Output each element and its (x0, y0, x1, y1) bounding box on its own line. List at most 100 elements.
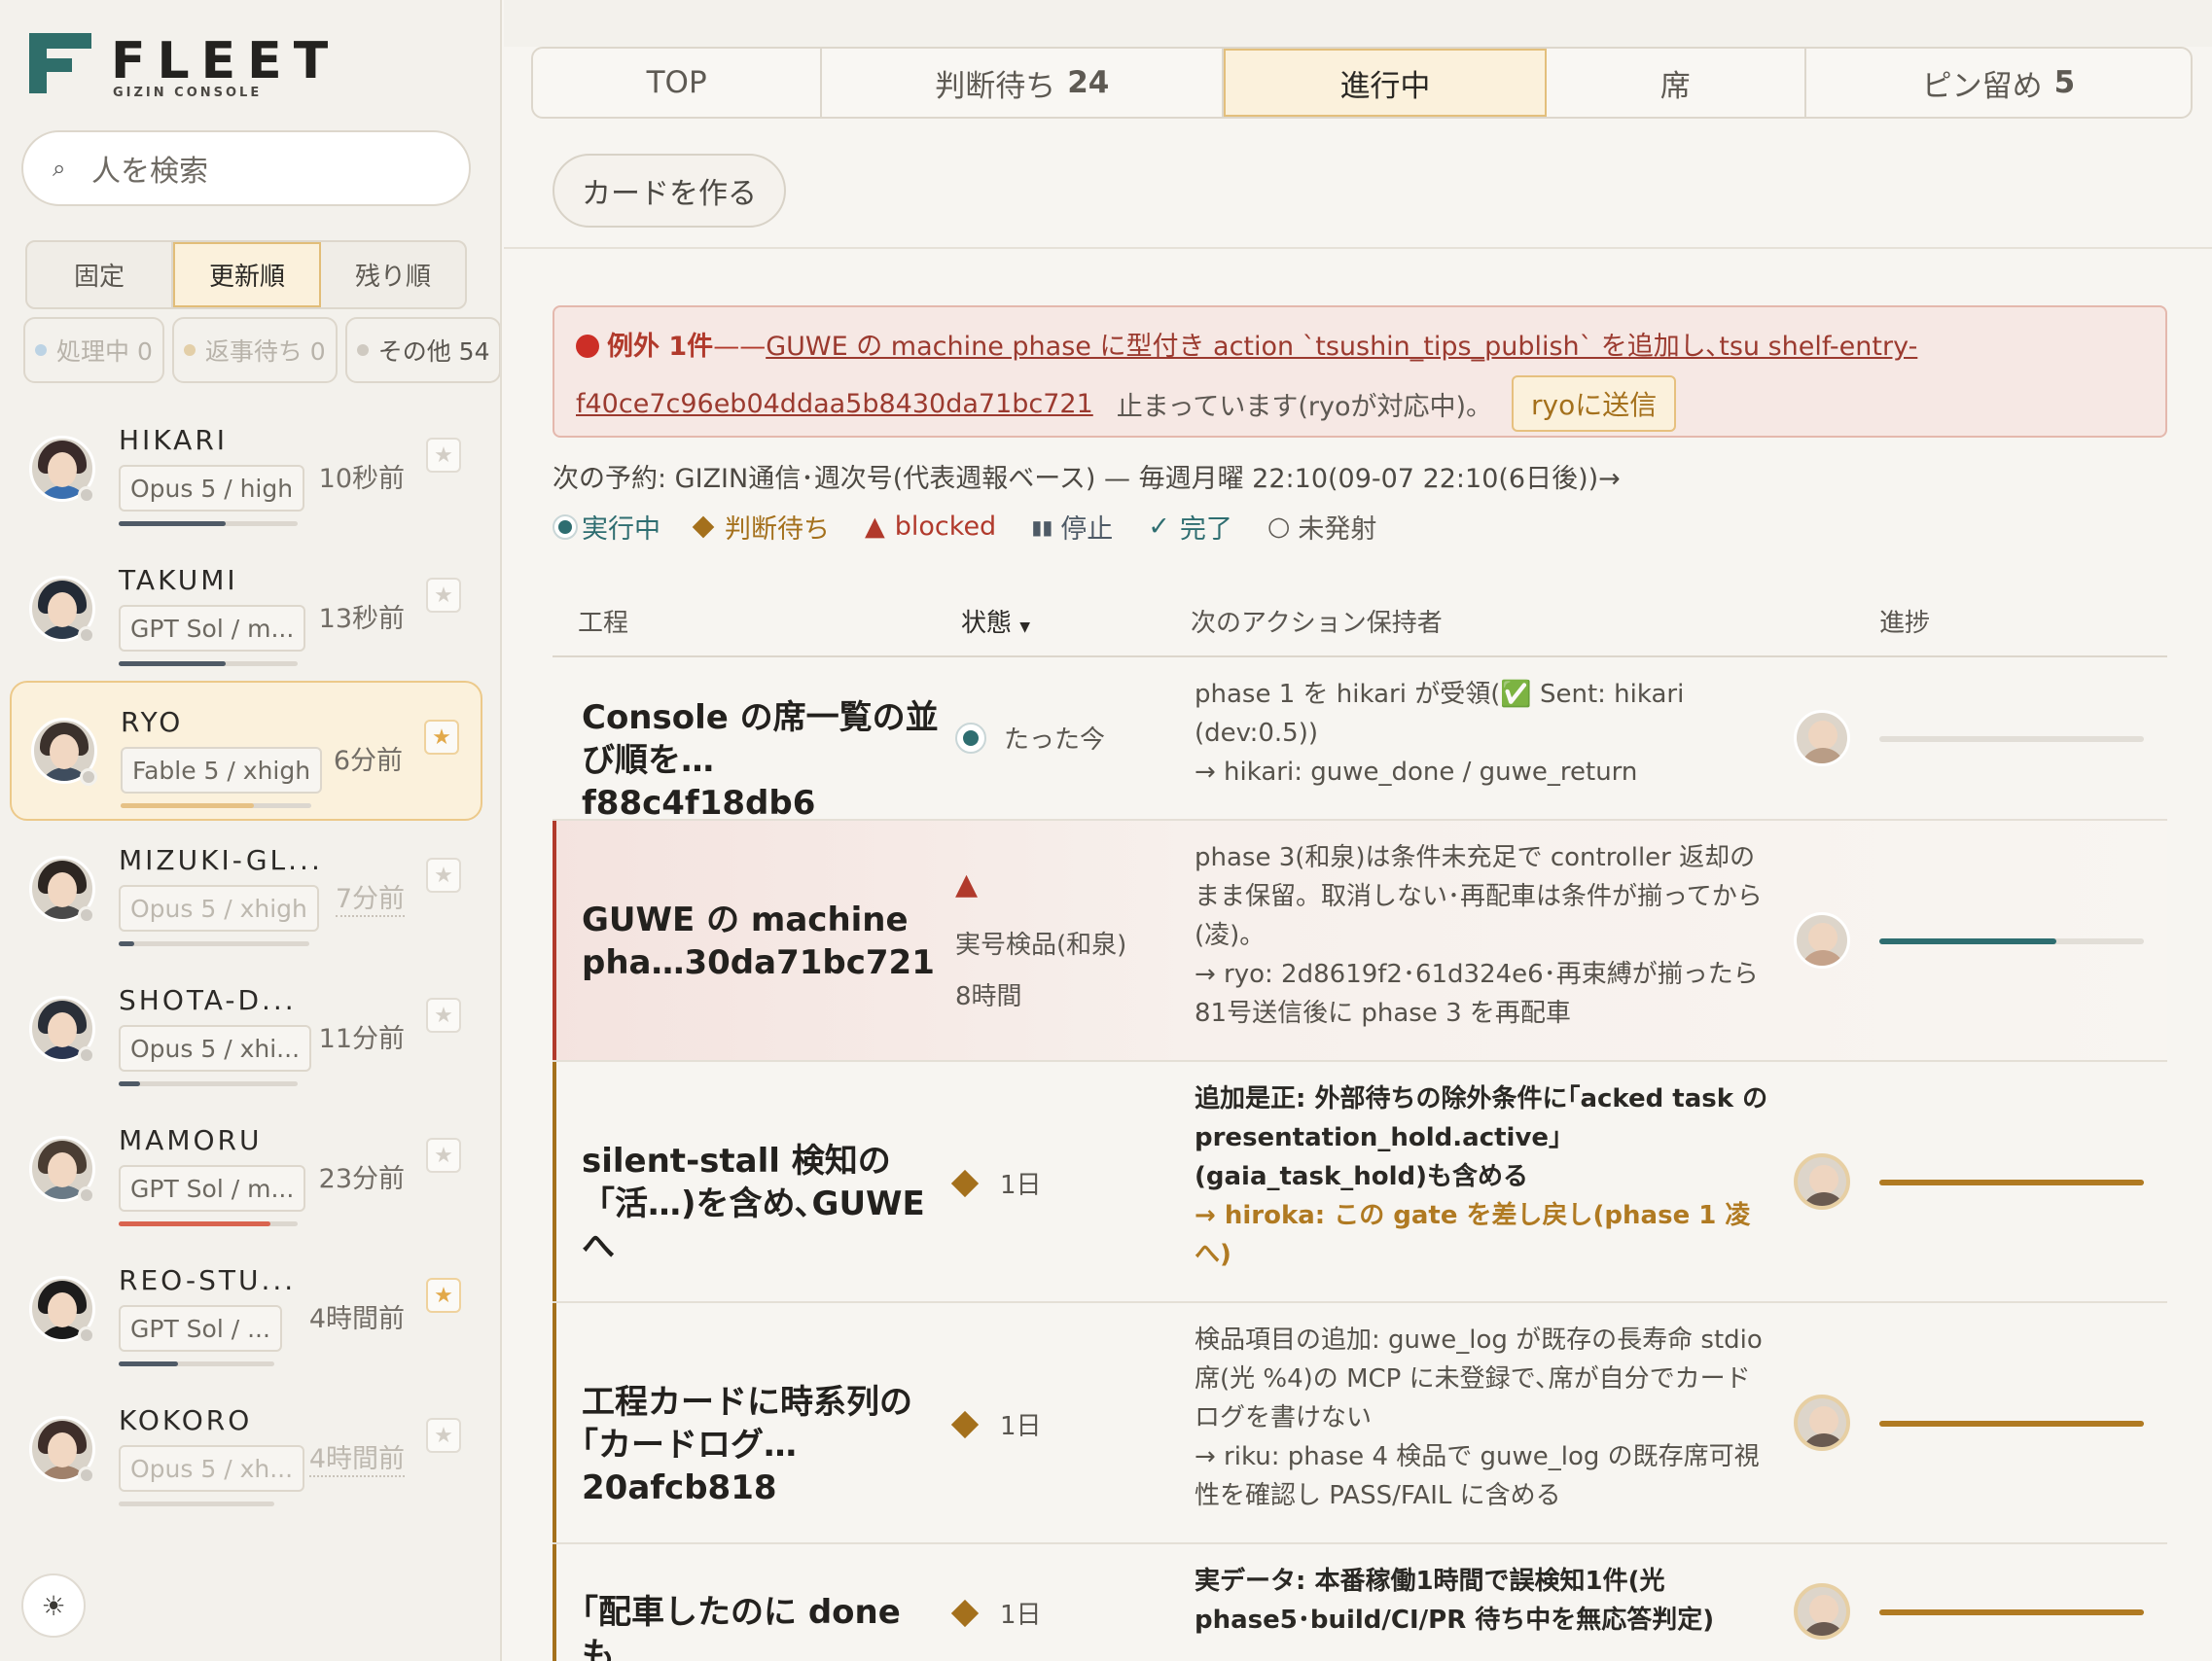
process-table: 工程 状態 ▼ 次のアクション保持者 進捗 Console の席一覧の並び順を…… (553, 580, 2167, 1661)
owner-avatar[interactable] (1794, 1153, 1850, 1210)
header-state[interactable]: 状態 ▼ (961, 603, 1030, 639)
star-icon[interactable]: ★ (426, 578, 461, 613)
presence-dot-icon (78, 1046, 95, 1064)
presence-dot-icon (78, 1186, 95, 1204)
table-row[interactable]: GUWE の machine pha…30da71bc721 ▲ 実号検品(和泉… (553, 821, 2167, 1062)
table-body: Console の席一覧の並び順を…f88c4f18db6 たった今 phase… (553, 657, 2167, 1661)
row-progress-bar (1879, 736, 2144, 742)
sort-tab-updated[interactable]: 更新順 (173, 242, 321, 307)
person-item[interactable]: REO-STU... GPT Sol / ... 4時間前 ★ (10, 1241, 482, 1381)
fleet-logo-icon (29, 33, 91, 93)
person-name: TAKUMI (119, 564, 238, 596)
legend-running-label: 実行中 (582, 514, 660, 545)
people-search-input[interactable]: ⌕ 人を検索 (21, 130, 471, 206)
tab-awaiting-label: 判断待ち (935, 68, 1056, 104)
person-updated-time: 4時間前 (308, 1304, 405, 1334)
header-owner: 次のアクション保持者 (1191, 609, 1443, 638)
legend-stopped-label: 停止 (1060, 514, 1114, 545)
alert-link-part-1[interactable]: GUWE の machine phase に型付き action `tsushi… (766, 332, 1917, 362)
person-item[interactable]: TAKUMI GPT Sol / m... 13秒前 ★ (10, 541, 482, 681)
presence-dot-icon (80, 768, 97, 786)
make-card-button[interactable]: カードを作る (553, 154, 786, 228)
star-icon[interactable]: ★ (426, 438, 461, 473)
table-row[interactable]: ｢配車したのに done も 1日 実データ: 本番稼働1時間で誤検知1件(光 … (553, 1544, 2167, 1661)
owner-avatar[interactable] (1794, 1395, 1850, 1451)
table-row[interactable]: 工程カードに時系列の｢カードログ…20afcb818 1日 検品項目の追加: g… (553, 1303, 2167, 1544)
row-title[interactable]: silent-stall 検知の「活…)を含め､GUWE へ (582, 1140, 942, 1268)
legend-running: 実行中 (553, 508, 660, 546)
header-step: 工程 (578, 609, 629, 638)
diamond-icon (950, 1169, 980, 1197)
header-progress: 進捗 (1879, 609, 1931, 638)
star-icon[interactable]: ★ (426, 1138, 461, 1173)
state-cell: たった今 (955, 720, 1105, 756)
star-icon[interactable]: ★ (426, 1278, 461, 1313)
tab-top[interactable]: TOP (533, 49, 823, 117)
tab-awaiting-decision[interactable]: 判断待ち 24 (822, 49, 1225, 117)
star-icon[interactable]: ★ (426, 1418, 461, 1453)
person-updated-time: 11分前 (318, 1024, 405, 1054)
person-model-badge: GPT Sol / m... (119, 605, 306, 652)
red-circle-icon (576, 335, 599, 358)
legend-not-fired-label: 未発射 (1298, 514, 1377, 545)
owner-avatar[interactable] (1794, 710, 1850, 766)
sort-tab-remaining[interactable]: 残り順 (321, 242, 465, 307)
person-progress-bar (119, 1081, 298, 1086)
person-item[interactable]: RYO Fable 5 / xhigh 6分前 ★ (10, 681, 482, 821)
header-state-label: 状態 (961, 609, 1013, 638)
awaiting-dot-icon (183, 344, 196, 356)
tab-seats[interactable]: 席 (1547, 49, 1806, 117)
legend-blocked-label: blocked (894, 512, 997, 542)
tab-pinned[interactable]: ピン留め 5 (1806, 49, 2191, 117)
filter-awaiting-reply[interactable]: 返事待ち 0 (171, 317, 338, 383)
row-progress-bar (1879, 1180, 2144, 1185)
star-icon[interactable]: ★ (426, 858, 461, 893)
theme-toggle-button[interactable]: ☀ (21, 1573, 86, 1638)
owner-avatar[interactable] (1794, 1583, 1850, 1640)
next-action-owner: 追加是正: 外部待ちの除外条件に｢acked task の presentati… (1195, 1079, 1768, 1274)
presence-dot-icon (78, 486, 95, 504)
star-icon[interactable]: ★ (426, 998, 461, 1033)
person-model-badge: Opus 5 / xh... (119, 1445, 305, 1492)
person-item[interactable]: MIZUKI-GL... Opus 5 / xhigh 7分前 ★ (10, 821, 482, 961)
person-updated-time: 10秒前 (318, 464, 405, 494)
row-progress-bar (1879, 1609, 2144, 1615)
filter-other[interactable]: その他 54 (344, 317, 500, 383)
row-progress-bar (1879, 1421, 2144, 1427)
sort-tab-pinned[interactable]: 固定 (27, 242, 173, 307)
presence-dot-icon (78, 1467, 95, 1484)
presence-dot-icon (78, 906, 95, 924)
state-cell: 1日 (950, 1165, 1042, 1201)
owner-line-1: phase 3(和泉)は条件未充足で controller 返却のまま保留。取消… (1195, 843, 1763, 950)
person-item[interactable]: MAMORU GPT Sol / m... 23分前 ★ (10, 1101, 482, 1241)
row-title[interactable]: Console の席一覧の並び順を…f88c4f18db6 (582, 696, 942, 825)
state-cell: 1日 (950, 1595, 1042, 1631)
owner-line-2: → hikari: guwe_done / guwe_return (1195, 758, 1638, 787)
row-status-border (553, 1062, 556, 1301)
table-row[interactable]: Console の席一覧の並び順を…f88c4f18db6 たった今 phase… (553, 657, 2167, 823)
owner-avatar[interactable] (1794, 912, 1850, 969)
person-item[interactable]: KOKORO Opus 5 / xh... 4時間前 ★ (10, 1381, 482, 1521)
filter-processing[interactable]: 処理中 0 (23, 317, 164, 383)
row-title[interactable]: ｢配車したのに done も (582, 1591, 942, 1661)
row-title[interactable]: 工程カードに時系列の｢カードログ…20afcb818 (582, 1381, 942, 1509)
person-model-badge: Opus 5 / xhigh (119, 885, 319, 932)
send-to-ryo-button[interactable]: ryoに送信 (1512, 375, 1677, 432)
top-strip (504, 0, 2212, 47)
alert-link-part-2[interactable]: f40ce7c96eb04ddaa5b8430da71bc721 (576, 389, 1093, 419)
person-item[interactable]: HIKARI Opus 5 / high 10秒前 ★ (10, 401, 482, 541)
fleet-logo[interactable]: FLEET GIZIN CONSOLE (29, 33, 340, 101)
state-cell: 1日 (950, 1406, 1042, 1442)
state-label: 実号検品(和泉) (955, 931, 1127, 960)
owner-line-1: 追加是正: 外部待ちの除外条件に｢acked task の presentati… (1195, 1084, 1768, 1191)
person-name: MIZUKI-GL... (119, 844, 323, 876)
person-model-badge: Fable 5 / xhigh (121, 747, 323, 794)
row-title[interactable]: GUWE の machine pha…30da71bc721 (582, 899, 942, 984)
tab-pinned-label: ピン留め (1921, 68, 2043, 104)
person-name: SHOTA-D... (119, 984, 297, 1016)
tab-in-progress[interactable]: 進行中 (1224, 49, 1547, 117)
table-row[interactable]: silent-stall 検知の「活…)を含め､GUWE へ 1日 追加是正: … (553, 1062, 2167, 1303)
person-item[interactable]: SHOTA-D... Opus 5 / xhi... 11分前 ★ (10, 961, 482, 1101)
star-icon[interactable]: ★ (424, 720, 459, 755)
next-schedule[interactable]: 次の予約: GIZIN通信･週次号(代表週報ベース) — 毎週月曜 22:10(… (553, 457, 1621, 495)
